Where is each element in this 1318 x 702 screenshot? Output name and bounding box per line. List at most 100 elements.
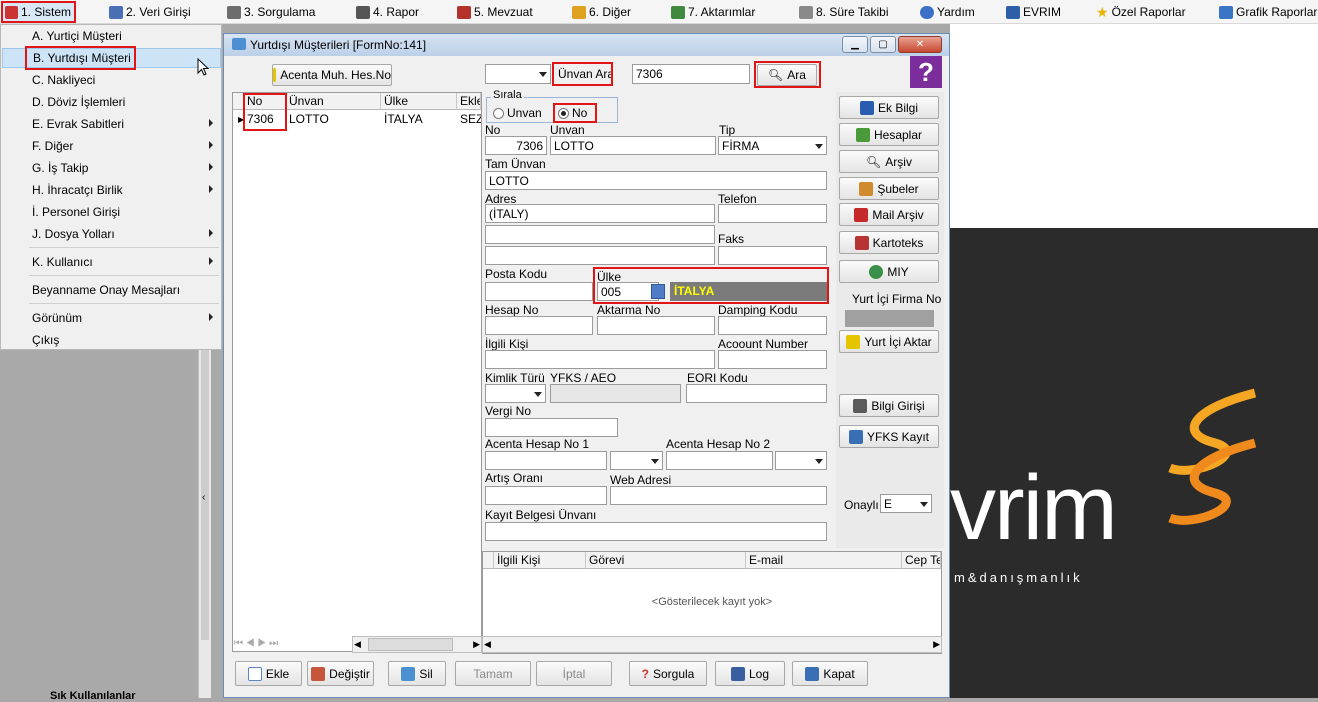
hesap-no-field[interactable] (485, 316, 593, 335)
help-button[interactable]: ? (910, 56, 942, 88)
yurt-ici-aktar-button[interactable]: Yurt İçi Aktar (839, 330, 939, 353)
maximize-button[interactable]: ▢ (870, 36, 896, 53)
menu-item-nakliyeci[interactable]: C. Nakliyeci (2, 70, 221, 90)
col-header-ulke[interactable]: Ülke (381, 93, 457, 110)
menu-sorgulama[interactable]: 3. Sorgulama (224, 3, 318, 21)
artis-orani-field[interactable] (485, 486, 607, 505)
faks-field[interactable] (718, 246, 827, 265)
tamam-button[interactable]: Tamam (455, 661, 531, 686)
menu-item-dosya-yollari[interactable]: J. Dosya Yolları (2, 224, 221, 244)
scroll-left-icon[interactable]: ◀ (484, 639, 491, 650)
ulke-lookup-button[interactable] (651, 284, 665, 299)
cell-ulke[interactable]: İTALYA (381, 111, 457, 128)
col-header-no[interactable]: No (244, 93, 286, 110)
menu-item-yurtdisi-musteri[interactable]: B. Yurtdışı Müşteri (2, 48, 221, 68)
table-row[interactable]: ▶ 7306 LOTTO İTALYA SEZ (233, 111, 481, 129)
menu-item-diger[interactable]: F. Diğer (2, 136, 221, 156)
ek-bilgi-button[interactable]: Ek Bilgi (839, 96, 939, 119)
bilgi-girisi-button[interactable]: Bilgi Girişi (839, 394, 939, 417)
acenta-hesap1-field[interactable] (485, 451, 607, 470)
subeler-button[interactable]: Şubeler (839, 177, 939, 200)
col-header-cep-tel[interactable]: Cep Tel (902, 552, 941, 569)
mail-arsiv-button[interactable]: Mail Arşiv (839, 203, 939, 226)
menu-item-personel-girisi[interactable]: İ. Personel Girişi (2, 202, 221, 222)
aktarma-no-field[interactable] (597, 316, 715, 335)
menu-sistem[interactable]: 1. Sistem (2, 3, 74, 21)
search-prefix-combo[interactable] (485, 64, 551, 84)
menu-mevzuat[interactable]: 5. Mevzuat (454, 3, 536, 21)
grid-hscrollbar[interactable]: ◀ ▶ (352, 636, 482, 653)
col-header-ekle[interactable]: Ekle (457, 93, 481, 110)
cell-unvan[interactable]: LOTTO (286, 111, 381, 128)
splitter-bar[interactable]: ‹ (198, 350, 211, 698)
arsiv-button[interactable]: 🔍︎ Arşiv (839, 150, 939, 173)
hesaplar-button[interactable]: Hesaplar (839, 123, 939, 146)
collapse-arrow-icon[interactable]: ‹ (202, 492, 205, 503)
menu-item-is-takip[interactable]: G. İş Takip (2, 158, 221, 178)
sorgula-button[interactable]: ? Sorgula (629, 661, 707, 686)
no-field[interactable]: 7306 (485, 136, 547, 155)
grid-navigator[interactable]: ⏮ ◀ ▶ ⏭ (234, 638, 304, 652)
scroll-left-icon[interactable]: ◀ (354, 639, 361, 650)
kapat-button[interactable]: Kapat (792, 661, 868, 686)
degistir-button[interactable]: Değiştir (307, 661, 374, 686)
menu-item-doviz-islemleri[interactable]: D. Döviz İşlemleri (2, 92, 221, 112)
menu-evrim[interactable]: EVRIM (1003, 3, 1064, 21)
kimlik-turu-combo[interactable] (485, 384, 546, 403)
menu-item-yurtici-musteri[interactable]: A. Yurtiçi Müşteri (2, 26, 221, 46)
menu-diger[interactable]: 6. Diğer (569, 3, 634, 21)
posta-kodu-field[interactable] (485, 282, 593, 301)
tip-combo[interactable]: FİRMA (718, 136, 827, 155)
ulke-code-field[interactable]: 005 (597, 282, 659, 301)
ara-button[interactable]: 🔍︎ Ara (757, 64, 817, 86)
col-header-ilgili-kisi[interactable]: İlgili Kişi (494, 552, 586, 569)
miy-button[interactable]: MIY (839, 260, 939, 283)
sil-button[interactable]: Sil (388, 661, 446, 686)
radio-no[interactable]: No (558, 106, 587, 120)
minimize-button[interactable]: ▁ (842, 36, 868, 53)
menu-item-kullanici[interactable]: K. Kullanıcı (2, 252, 221, 272)
window-titlebar[interactable]: Yurtdışı Müşterileri [FormNo:141] ▁ ▢ ✕ (224, 34, 949, 56)
col-header-unvan[interactable]: Ünvan (286, 93, 381, 110)
menu-sure-takibi[interactable]: 8. Süre Takibi (796, 3, 892, 21)
eori-field[interactable] (686, 384, 827, 403)
unvan-field[interactable]: LOTTO (550, 136, 716, 155)
telefon-field[interactable] (718, 204, 827, 223)
menu-item-evrak-sabitleri[interactable]: E. Evrak Sabitleri (2, 114, 221, 134)
menu-item-beyanname-onay[interactable]: Beyanname Onay Mesajları (2, 280, 221, 300)
search-value-input[interactable]: 7306 (632, 64, 750, 84)
col-header-gorevi[interactable]: Görevi (586, 552, 746, 569)
yfks-kayit-button[interactable]: YFKS Kayıt (839, 425, 939, 448)
search-field-select[interactable]: Ünvan Ara (555, 64, 611, 84)
adres-line-3[interactable] (485, 246, 715, 265)
menu-item-cikis[interactable]: Çıkış (2, 330, 221, 350)
account-number-field[interactable] (718, 350, 827, 369)
contacts-hscrollbar[interactable]: ◀ ▶ (482, 636, 942, 653)
kayit-belgesi-field[interactable] (485, 522, 827, 541)
col-header-email[interactable]: E-mail (746, 552, 902, 569)
log-button[interactable]: Log (715, 661, 785, 686)
menu-item-gorunum[interactable]: Görünüm (2, 308, 221, 328)
adres-line-1[interactable]: (İTALY) (485, 204, 715, 223)
menu-rapor[interactable]: 4. Rapor (353, 3, 422, 21)
acenta-hesap2-field[interactable] (666, 451, 773, 470)
kartoteks-button[interactable]: Kartoteks (839, 231, 939, 254)
acenta-hesap1-combo[interactable] (610, 451, 663, 470)
onayli-combo[interactable]: E (880, 494, 932, 513)
scrollbar-thumb[interactable] (368, 638, 453, 651)
damping-kodu-field[interactable] (718, 316, 827, 335)
acenta-hesap2-combo[interactable] (775, 451, 827, 470)
acenta-muh-hes-no-button[interactable]: Acenta Muh. Hes.No (272, 64, 392, 86)
menu-veri-girisi[interactable]: 2. Veri Girişi (106, 3, 194, 21)
close-button[interactable]: ✕ (898, 36, 942, 53)
adres-line-2[interactable] (485, 225, 715, 244)
tam-unvan-field[interactable]: LOTTO (485, 171, 827, 190)
menu-grafik-raporlar[interactable]: Grafik Raporlar (1216, 3, 1318, 21)
ilgili-kisi-field[interactable] (485, 350, 715, 369)
menu-yardim[interactable]: Yardım (917, 3, 978, 21)
radio-unvan[interactable]: Unvan (493, 106, 542, 120)
cell-no[interactable]: 7306 (244, 111, 286, 128)
menu-aktarimlar[interactable]: 7. Aktarımlar (668, 3, 758, 21)
menu-item-ihracatci-birlik[interactable]: H. İhracatçı Birlik (2, 180, 221, 200)
iptal-button[interactable]: İptal (536, 661, 612, 686)
